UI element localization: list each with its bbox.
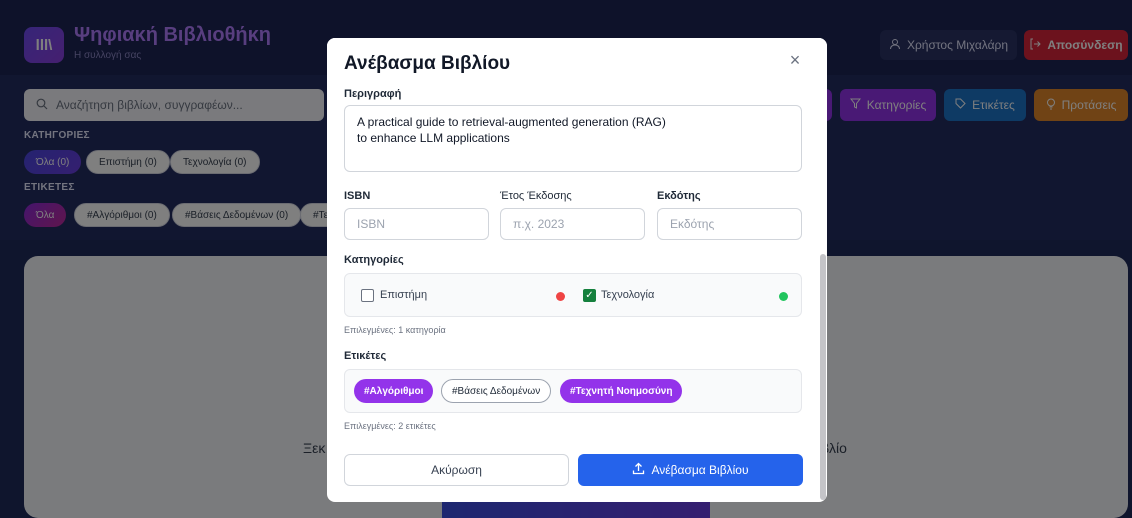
publisher-label: Εκδότης bbox=[657, 190, 701, 202]
upload-book-modal: Ανέβασμα Βιβλίου × Περιγραφή A practical… bbox=[327, 38, 827, 502]
categories-label: Κατηγορίες bbox=[344, 254, 404, 266]
tags-hint: Επιλεγμένες: 2 ετικέτες bbox=[344, 421, 436, 431]
tag-databases[interactable]: #Βάσεις Δεδομένων bbox=[441, 379, 552, 403]
publisher-input[interactable] bbox=[657, 208, 802, 240]
upload-icon bbox=[632, 462, 645, 478]
isbn-label: ISBN bbox=[344, 190, 371, 202]
category-color-dot-technology bbox=[779, 292, 788, 301]
category-label-science: Επιστήμη bbox=[380, 289, 428, 301]
upload-book-label: Ανέβασμα Βιβλίου bbox=[651, 463, 749, 477]
category-checkbox-science[interactable] bbox=[361, 289, 374, 302]
tag-algorithms[interactable]: #Αλγόριθμοι bbox=[354, 379, 434, 403]
category-label-technology: Τεχνολογία bbox=[601, 289, 655, 301]
tags-box: #Αλγόριθμοι #Βάσεις Δεδομένων #Τεχνητή Ν… bbox=[344, 369, 802, 413]
year-label: Έτος Έκδοσης bbox=[500, 190, 572, 202]
categories-hint: Επιλεγμένες: 1 κατηγορία bbox=[344, 325, 446, 335]
tag-ai[interactable]: #Τεχνητή Νοημοσύνη bbox=[560, 379, 683, 403]
year-input[interactable] bbox=[500, 208, 645, 240]
category-checkbox-technology[interactable]: ✓ bbox=[583, 289, 596, 302]
isbn-input[interactable] bbox=[344, 208, 489, 240]
close-icon[interactable]: × bbox=[785, 50, 805, 70]
modal-title: Ανέβασμα Βιβλίου bbox=[344, 53, 511, 74]
modal-scrollbar[interactable] bbox=[820, 254, 826, 500]
upload-book-button[interactable]: Ανέβασμα Βιβλίου bbox=[578, 454, 803, 486]
description-label: Περιγραφή bbox=[344, 88, 402, 100]
cancel-button[interactable]: Ακύρωση bbox=[344, 454, 569, 486]
categories-box: Επιστήμη ✓ Τεχνολογία bbox=[344, 273, 802, 317]
description-textarea[interactable]: A practical guide to retrieval-augmented… bbox=[344, 105, 802, 172]
category-color-dot-science bbox=[556, 292, 565, 301]
tags-label: Ετικέτες bbox=[344, 350, 387, 362]
modal-header: Ανέβασμα Βιβλίου × bbox=[327, 38, 827, 88]
